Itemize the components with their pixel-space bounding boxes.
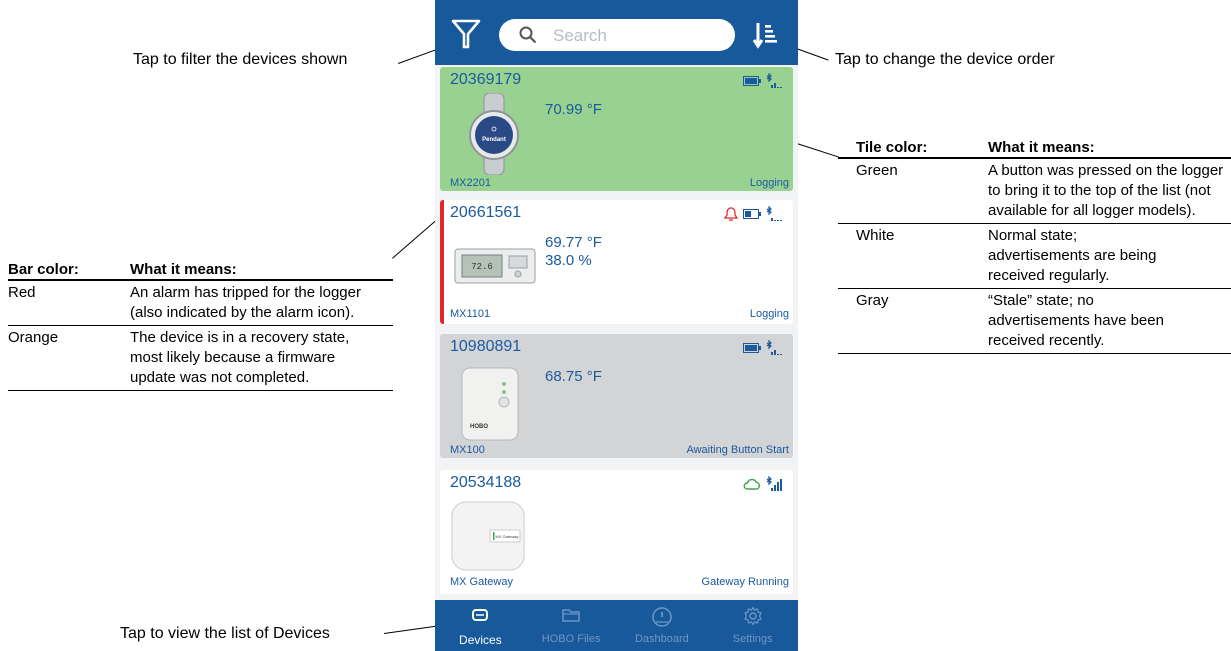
alarm-bar (440, 200, 444, 324)
dashboard-icon (652, 607, 672, 627)
tile-meaning-cell: Normal state; advertisements are being r… (988, 227, 1157, 284)
filter-leader-line (398, 49, 436, 64)
tile-color-cell: White (856, 227, 895, 244)
device-reading: 70.99 °F (545, 101, 602, 118)
mx1101-logger-image: 72.6 (454, 248, 536, 284)
tile-meaning-cell: “Stale” state; no advertisements have be… (988, 292, 1164, 349)
nav-label: Devices (459, 633, 502, 647)
device-serial: 20661561 (450, 204, 522, 221)
alarm-icon (723, 207, 739, 221)
bar-color-cell: Red (8, 284, 36, 301)
bluetooth-signal-icon (766, 476, 782, 491)
svg-text:HOBO: HOBO (470, 424, 488, 430)
tile-status-icons (743, 340, 783, 356)
tile-meaning-header: What it means: (988, 139, 1095, 156)
devices-icon (472, 609, 489, 621)
table-row: White Normal state; advertisements are b… (838, 224, 1231, 289)
device-tile[interactable]: 20534188 MX Gateway MX Gateway Gateway R… (440, 470, 793, 594)
device-model: MX100 (450, 444, 485, 456)
tile-status-icons (743, 476, 783, 492)
tile-status-icons (743, 73, 783, 89)
device-reading: 69.77 °F (545, 234, 602, 251)
tile-table-leader-line (796, 143, 839, 158)
search-icon (519, 26, 537, 44)
bluetooth-signal-icon (766, 73, 782, 88)
nav-devices[interactable]: Devices (435, 600, 526, 651)
svg-text:Pendant: Pendant (482, 137, 506, 143)
tile-status-icons (723, 206, 783, 222)
device-tile[interactable]: 10980891 68.75 °F HOBO MX100 Awaiting Bu… (440, 334, 793, 458)
nav-hobo-files[interactable]: HOBO Files (526, 600, 617, 651)
battery-icon (743, 343, 761, 353)
bar-meaning-cell: The device is in a recovery state, most … (130, 329, 350, 386)
nav-settings[interactable]: Settings (707, 600, 798, 651)
folder-icon (562, 609, 580, 622)
battery-icon (743, 209, 761, 219)
mx2201-pendant-image: Pendant (469, 93, 519, 175)
nav-label: HOBO Files (541, 633, 601, 645)
tile-color-table: Tile color: What it means: Green A butto… (838, 138, 1231, 354)
table-row: Red An alarm has tripped for the logger … (8, 280, 393, 326)
svg-text:MX Gateway: MX Gateway (496, 534, 519, 539)
nav-label: Settings (732, 633, 773, 645)
device-status: Logging (749, 308, 789, 320)
filter-callout: Tap to filter the devices shown (133, 51, 348, 68)
device-tile[interactable]: 20369179 70.99 °F Pendant MX2201 Logging (440, 67, 793, 191)
filter-icon (451, 19, 481, 49)
gear-icon (743, 606, 762, 626)
device-serial: 10980891 (450, 338, 522, 355)
battery-icon (743, 76, 761, 86)
device-status: Awaiting Button Start (686, 444, 789, 456)
bar-color-cell: Orange (8, 329, 59, 346)
device-reading: 68.75 °F (545, 368, 602, 385)
device-serial: 20369179 (450, 71, 522, 88)
filter-button[interactable] (451, 18, 481, 50)
table-row: Green A button was pressed on the logger… (838, 158, 1231, 224)
sort-order-icon (752, 23, 777, 49)
phone-screen: 20369179 70.99 °F Pendant MX2201 Logging… (435, 0, 798, 651)
tile-color-cell: Gray (856, 292, 889, 309)
bluetooth-signal-icon (766, 206, 782, 221)
search-bar[interactable] (499, 19, 735, 51)
bar-meaning-cell: An alarm has tripped for the logger (als… (130, 284, 361, 321)
bluetooth-signal-icon (766, 340, 782, 355)
tile-meaning-cell: A button was pressed on the logger to br… (988, 162, 1224, 219)
cloud-icon (743, 478, 761, 490)
device-status: Logging (749, 177, 789, 189)
nav-label: Dashboard (634, 633, 689, 645)
device-status: Gateway Running (701, 576, 789, 588)
table-row: Orange The device is in a recovery state… (8, 326, 393, 391)
bottom-navigation: Devices HOBO Files Dashboard Settings (435, 600, 798, 651)
order-callout: Tap to change the device order (835, 51, 1055, 68)
svg-text:72.6: 72.6 (471, 262, 493, 272)
bar-color-header: Bar color: (8, 261, 79, 278)
device-model: MX2201 (450, 177, 491, 189)
device-model: MX Gateway (450, 576, 513, 588)
nav-dashboard[interactable]: Dashboard (617, 600, 708, 651)
tile-color-cell: Green (856, 162, 898, 179)
device-reading-2: 38.0 % (545, 252, 592, 269)
device-model: MX1101 (450, 308, 491, 320)
mx-gateway-image: MX Gateway (451, 501, 525, 571)
bar-meaning-header: What it means: (130, 261, 237, 278)
sort-button[interactable] (752, 20, 779, 50)
device-serial: 20534188 (450, 474, 522, 491)
devices-callout: Tap to view the list of Devices (120, 625, 330, 642)
device-tile[interactable]: 20661561 69.77 °F 38.0 % 72.6 MX1101 Log… (440, 200, 793, 324)
top-app-bar (435, 0, 798, 65)
mx100-logger-image: HOBO (461, 367, 519, 441)
tile-color-header: Tile color: (856, 139, 928, 156)
bar-table-leader-line (392, 219, 437, 259)
search-input[interactable] (551, 22, 725, 50)
bar-color-table: Bar color: What it means: Red An alarm h… (8, 260, 393, 391)
table-row: Gray “Stale” state; no advertisements ha… (838, 289, 1231, 354)
